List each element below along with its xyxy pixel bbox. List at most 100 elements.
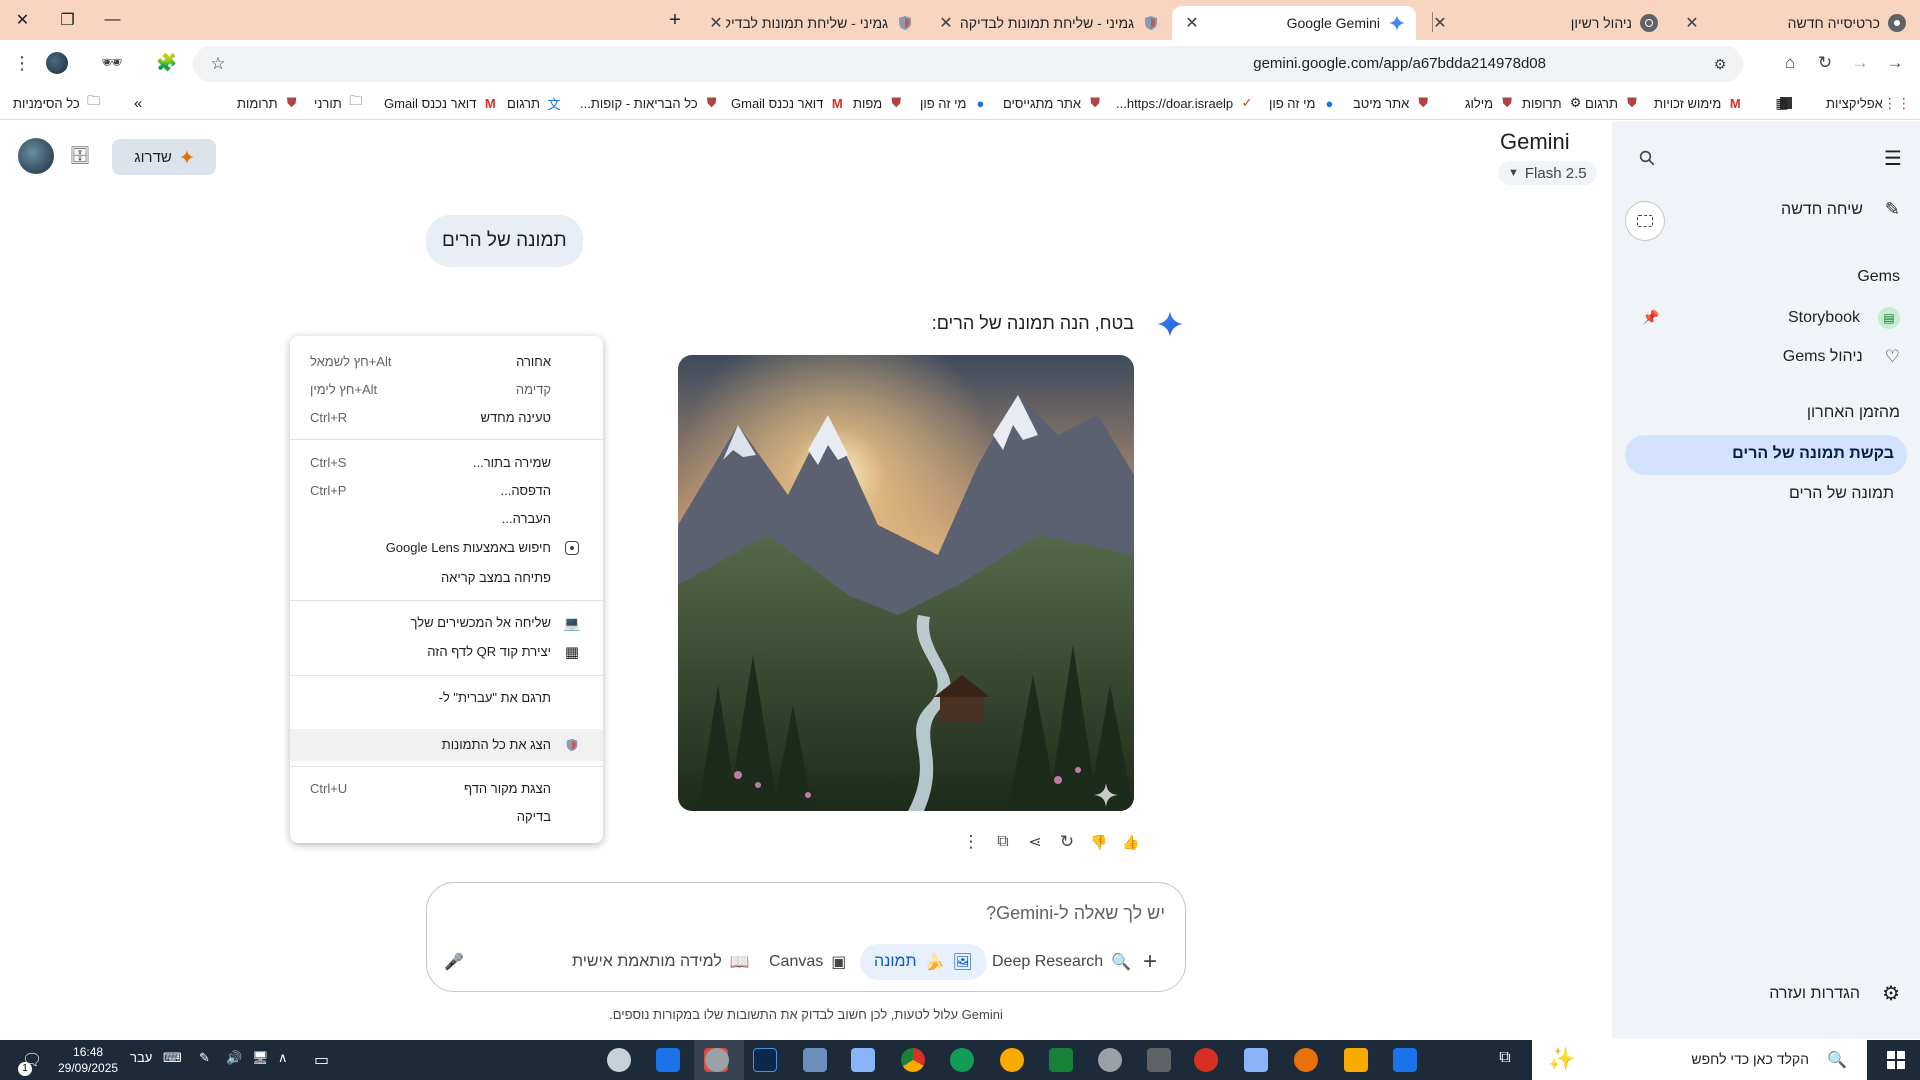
tab-close-icon[interactable]: ✕: [936, 13, 956, 33]
share-button[interactable]: ⋖: [1023, 830, 1047, 854]
upgrade-button[interactable]: שדרוג: [112, 139, 216, 175]
taskbar-app-firefox[interactable]: [1194, 1048, 1218, 1072]
home-button[interactable]: ⌂: [1775, 48, 1805, 78]
bookmark-item[interactable]: ⛊ מפות: [853, 93, 904, 113]
tab-close-icon[interactable]: ✕: [706, 13, 726, 33]
search-button[interactable]: [1632, 143, 1662, 173]
bookmark-item[interactable]: ⚙ תרופות: [1522, 93, 1584, 113]
window-restore-button[interactable]: ❐: [45, 0, 90, 40]
taskbar-app-search[interactable]: [1294, 1048, 1318, 1072]
pen-icon[interactable]: ✎: [199, 1050, 210, 1066]
menu-item-print[interactable]: הדפסה... Ctrl+P: [290, 478, 603, 504]
menu-item-save-as[interactable]: שמירה בתור... Ctrl+S: [290, 450, 603, 476]
bookmark-item[interactable]: ⛊ תרגום: [1585, 93, 1640, 113]
site-info-button[interactable]: ⚙: [1705, 49, 1735, 79]
bookmark-item[interactable]: ● מי זה פון: [1269, 93, 1337, 113]
forward-button[interactable]: →: [1880, 48, 1910, 78]
tab-gemini-images-2[interactable]: גמיני - שליחת תמונות לבדיקה - ✕: [696, 6, 924, 40]
bookmark-item[interactable]: ⛊ תרומות: [237, 93, 300, 113]
bookmark-apps[interactable]: ⋮⋮ אפליקציות: [1826, 93, 1911, 113]
taskbar-app-edge[interactable]: [950, 1048, 974, 1072]
url-text[interactable]: gemini.google.com/app/a67bdda214978d08: [1253, 55, 1546, 72]
new-chat-button[interactable]: ✎ שיחה חדשה: [1781, 199, 1900, 220]
bookmark-item[interactable]: M דואר נכנס Gmail: [384, 93, 498, 113]
taskbar-app-active[interactable]: [705, 1048, 729, 1072]
bookmark-item[interactable]: ✓ https://doar.israelp...: [1116, 93, 1255, 113]
tray-widget-icon[interactable]: ▭: [314, 1050, 329, 1070]
menu-item-view-source[interactable]: הצגת מקור הדף Ctrl+U: [290, 776, 603, 802]
bookmark-item[interactable]: M מימוש זכויות: [1654, 93, 1743, 113]
new-tab-button[interactable]: +: [653, 0, 697, 40]
sidebar-item-manage-gems[interactable]: ♡ ניהול Gems: [1783, 347, 1900, 367]
bookmark-item[interactable]: M דואר נכנס Gmail: [731, 93, 845, 113]
taskbar-app-chrome[interactable]: [901, 1048, 925, 1072]
taskbar-app-tool[interactable]: [851, 1048, 875, 1072]
input-language[interactable]: עבר: [130, 1050, 152, 1065]
bookmark-item[interactable]: ⛊ אתר מיטב: [1353, 93, 1431, 113]
recent-chat-item[interactable]: תמונה של הרים: [1789, 485, 1894, 503]
bookmark-item[interactable]: ⛊ כל הבריאות - קופות...: [580, 93, 720, 113]
clock[interactable]: 16:48 29/09/2025: [58, 1044, 118, 1076]
bookmark-item[interactable]: ● מי זה פון: [920, 93, 988, 113]
tab-close-icon[interactable]: ✕: [1682, 13, 1702, 33]
extensions-button[interactable]: 🧩: [152, 48, 182, 78]
archive-button[interactable]: 🗄: [68, 144, 92, 168]
tray-chevron-up-icon[interactable]: ∧: [278, 1050, 288, 1066]
bookmarks-overflow-button[interactable]: »: [134, 93, 142, 113]
menu-item-reload[interactable]: טעינה מחדש Ctrl+R: [290, 405, 603, 431]
image-tool-button[interactable]: 🖼 🍌 תמונה: [860, 944, 987, 980]
task-view-button[interactable]: ⧉: [1493, 1049, 1517, 1073]
bookmark-item[interactable]: ⛊ מילוג: [1465, 93, 1515, 113]
taskbar-app-people[interactable]: [803, 1048, 827, 1072]
sidebar-item-storybook[interactable]: ▤ Storybook: [1788, 307, 1900, 329]
thumbs-down-button[interactable]: 👎: [1087, 830, 1111, 854]
window-close-button[interactable]: ✕: [0, 0, 45, 40]
generated-mountain-image[interactable]: [678, 355, 1134, 811]
bookmark-item[interactable]: 文 תרגום: [507, 93, 562, 113]
omnibox[interactable]: ☆ gemini.google.com/app/a67bdda214978d08…: [193, 46, 1743, 82]
add-button[interactable]: +: [1143, 944, 1157, 980]
extensions-pinned-button[interactable]: 🕶: [97, 48, 127, 78]
model-selector[interactable]: 2.5 Flash ▼: [1498, 161, 1597, 185]
microphone-button[interactable]: 🎤: [444, 944, 464, 980]
taskbar-app-explorer[interactable]: [1344, 1048, 1368, 1072]
menu-item-translate[interactable]: תרגם את "עברית" ל-: [290, 685, 603, 711]
avatar[interactable]: [18, 138, 54, 174]
tab-close-icon[interactable]: ✕: [1430, 13, 1450, 33]
taskbar-app-weather[interactable]: [1000, 1048, 1024, 1072]
menu-item-back[interactable]: אחורה Alt+חץ לשמאל: [290, 349, 603, 375]
menu-item-show-images[interactable]: הצג את כל התמונות: [290, 729, 603, 761]
tab-new-tab[interactable]: כרטיסייה חדשה ✕: [1672, 6, 1916, 40]
thumbs-up-button[interactable]: 👍: [1119, 830, 1143, 854]
menu-item-cast[interactable]: העברה...: [290, 506, 603, 532]
deep-research-button[interactable]: 🔍 Deep Research: [992, 944, 1131, 980]
bookmark-item[interactable]: 🗀 תורני: [314, 93, 364, 113]
menu-item-reading-mode[interactable]: פתיחה במצב קריאה: [290, 565, 603, 591]
taskbar-app-paint[interactable]: [607, 1048, 631, 1072]
tab-gemini[interactable]: Google Gemini ✕: [1172, 6, 1416, 40]
menu-item-inspect[interactable]: בדיקה: [290, 804, 603, 830]
menu-item-send-devices[interactable]: 💻 שליחה אל המכשירים שלך: [290, 610, 603, 636]
settings-help-button[interactable]: ⚙ הגדרות ועזרה: [1769, 981, 1900, 1006]
start-button[interactable]: [1872, 1040, 1920, 1080]
bookmark-grid[interactable]: ▦: [1768, 93, 1790, 113]
tab-gemini-images-1[interactable]: גמיני - שליחת תמונות לבדיקה ✕: [926, 6, 1170, 40]
guided-learning-button[interactable]: 📖 למידה מותאמת אישית: [572, 944, 750, 980]
recent-chat-item[interactable]: בקשת תמונה של הרים: [1732, 445, 1894, 463]
sidebar-menu-button[interactable]: ☰: [1878, 143, 1908, 173]
chrome-menu-button[interactable]: ⋮: [7, 48, 37, 78]
regenerate-button[interactable]: ↻: [1055, 830, 1079, 854]
profile-avatar-button[interactable]: [42, 48, 72, 78]
more-options-button[interactable]: ⋮: [959, 830, 983, 854]
taskbar-app-word[interactable]: [1393, 1048, 1417, 1072]
menu-item-forward[interactable]: קדימה Alt+חץ לימין: [290, 377, 603, 403]
taskbar-app-calculator[interactable]: [1147, 1048, 1171, 1072]
back-button[interactable]: →: [1845, 48, 1875, 78]
all-bookmarks[interactable]: 🗀 כל הסימניות: [13, 93, 102, 113]
canvas-button[interactable]: ▣ Canvas: [769, 944, 846, 980]
keyboard-icon[interactable]: ⌨: [163, 1050, 182, 1066]
volume-icon[interactable]: 🔊: [226, 1050, 242, 1066]
network-icon[interactable]: 🖥: [252, 1050, 269, 1066]
window-minimize-button[interactable]: —: [90, 0, 135, 40]
reload-button[interactable]: ↻: [1810, 48, 1840, 78]
